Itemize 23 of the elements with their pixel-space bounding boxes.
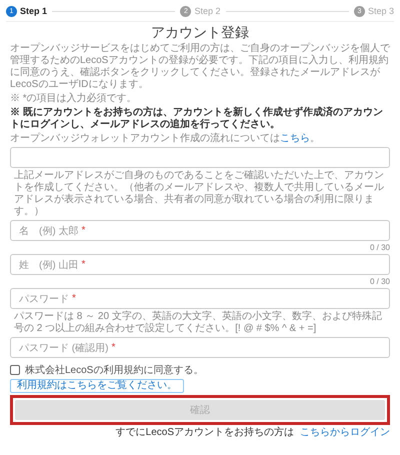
here-link[interactable]: こちら xyxy=(280,133,310,144)
input-field[interactable]: パスワード * xyxy=(10,288,390,309)
char-counter: 0 / 30 xyxy=(370,243,390,252)
login-prompt: すでにLecoSアカウントをお持ちの方は xyxy=(116,427,294,439)
login-link[interactable]: こちらからログイン xyxy=(300,427,390,439)
checkbox[interactable] xyxy=(10,365,20,375)
input-field[interactable]: 姓 (例) 山田 * xyxy=(10,254,390,275)
page-title: アカウント登録 xyxy=(150,24,250,41)
note-text: ※ *の項目は入力必須です。 xyxy=(10,93,138,105)
char-counter: 0 / 30 xyxy=(370,277,390,286)
note-text: ※ 既にアカウントをお持ちの方は、アカウントを新しく作成せず作成済のアカウントにログインし、メールアドレスの追加を行ってください。 xyxy=(10,107,384,131)
field-hint: パスワードは 8 ～ 20 文字の、英語の大文字、英語の小文字、数字、および特殊記号の 2 つ以上の組み合わせで設定してください。[! @ # $% ^ & + =] xyxy=(13,311,383,335)
step-label: Step 1 xyxy=(20,6,48,16)
checkbox-label: 株式会社LecoSの利用規約に同意する。 xyxy=(25,364,204,377)
input-field[interactable]: パスワード (確認用) * xyxy=(10,337,390,358)
terms-button[interactable]: 利用規約はこちらをご覧ください。 xyxy=(10,379,184,393)
input-field[interactable] xyxy=(10,147,390,168)
step-label: Step 3 xyxy=(368,6,394,16)
input-field[interactable]: 名 (例) 太郎 * xyxy=(10,220,390,241)
step-label: Step 2 xyxy=(194,6,221,16)
flow-text: オープンバッジウォレットアカウント作成の流れについてはこちら。 xyxy=(10,133,321,145)
field-hint: 上記メールアドレスがご自身のものであることをご確認いただいた上で、アカウントを作成してください。（他者のメールアドレスや、複数人で共用しているメールアドレスが表示されている場合、共有者の同意が取れている場合の利用に限ります。） xyxy=(13,170,385,218)
intro-text: オープンバッジサービスをはじめてご利用の方は、ご自身のオープンバッジを個人で管理するためのLecoSアカウントの登録が必要です。下記の項目に入力し、利用規約に同意のうえ、確認ボタンをクリックしてください。登録されたメールアドレスがLecoSのユーザIDになります。 xyxy=(10,43,390,91)
